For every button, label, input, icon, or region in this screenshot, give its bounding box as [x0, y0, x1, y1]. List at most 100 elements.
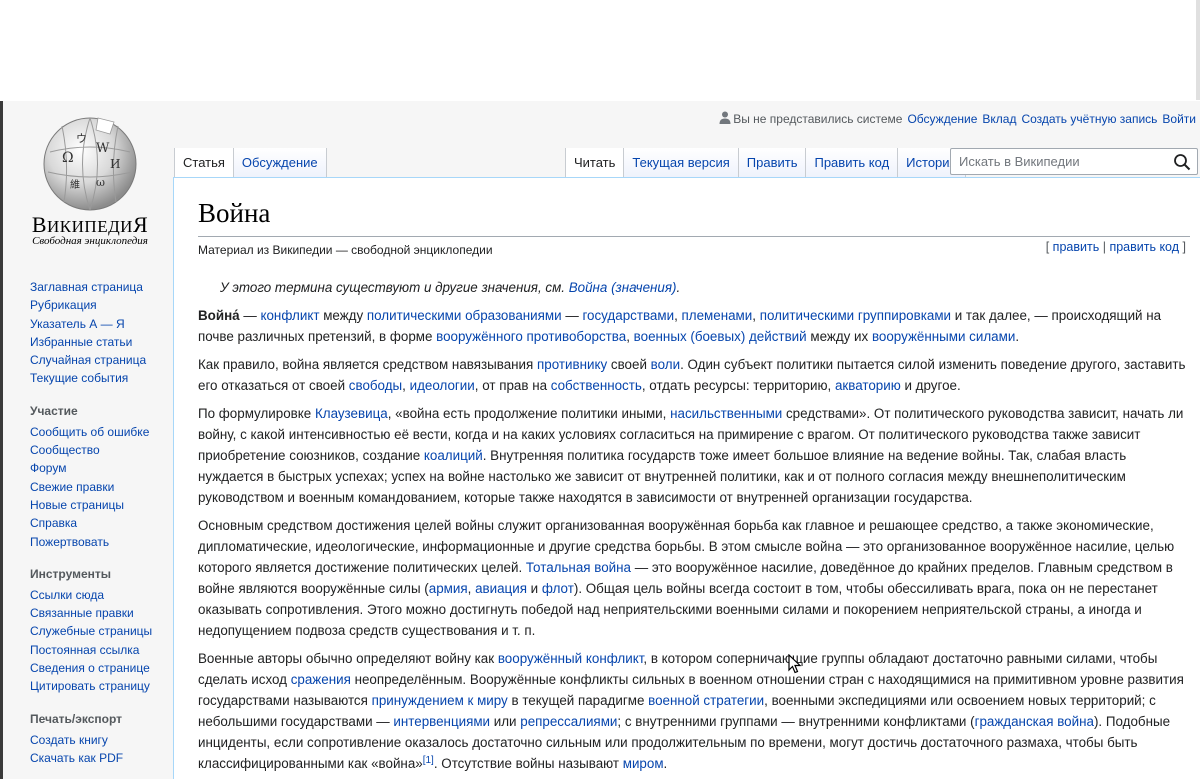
text-run: между их [806, 329, 872, 344]
page-title: Война [198, 198, 271, 228]
personal-talk-link[interactable]: Обсуждение [907, 112, 977, 126]
sidebar-item-main-page[interactable]: Заглавная страница [30, 280, 143, 294]
article-body: У этого термина существуют и другие знач… [198, 277, 1194, 781]
article-link[interactable]: военной стратегии [648, 693, 764, 708]
article-link[interactable]: флот [542, 581, 574, 596]
edit-separator: | [1102, 240, 1106, 254]
tab-discussion[interactable]: Обсуждение [232, 148, 327, 178]
article-link[interactable]: насильственными [670, 406, 782, 421]
article-link[interactable]: акваторию [835, 378, 901, 393]
svg-text:維: 維 [70, 178, 80, 191]
paragraph: Военные авторы обычно определяют войну к… [198, 648, 1194, 774]
edit-link[interactable]: править [1053, 240, 1100, 254]
personal-contributions-link[interactable]: Вклад [982, 112, 1016, 126]
not-logged-in-text: Вы не представились системе [733, 112, 903, 126]
hatnote-text: У этого термина существуют и другие знач… [220, 280, 569, 295]
article-link[interactable]: собственность [551, 378, 642, 393]
tab-current-version[interactable]: Текущая версия [623, 148, 738, 178]
sidebar-item-page-info[interactable]: Сведения о странице [30, 661, 150, 675]
login-link[interactable]: Войти [1162, 112, 1196, 126]
tab-article[interactable]: Статья [174, 148, 233, 178]
window-edge [0, 101, 3, 779]
globe-icon: Ω W И ウ 維 ω [43, 117, 137, 211]
article-link[interactable]: племенами [682, 308, 753, 323]
sidebar-item-report-error[interactable]: Сообщить об ошибке [30, 425, 149, 439]
paragraph: По формулировке Клаузевица, «война есть … [198, 403, 1194, 508]
article-link[interactable]: Тотальная война [526, 560, 631, 575]
sidebar-item-categories[interactable]: Рубрикация [30, 298, 97, 312]
personal-tools: Вы не представились системе Обсуждение Вкл… [719, 111, 1196, 126]
article-link[interactable]: вооружённого противоборства [436, 329, 626, 344]
hatnote-link[interactable]: Война (значения) [569, 280, 677, 295]
content-area: Война Материал из Википедии — свободной … [173, 177, 1200, 779]
print-heading: Печать/экспорт [30, 711, 123, 726]
text-run: между [319, 308, 367, 323]
text-run: — [561, 308, 583, 323]
article-link[interactable]: идеологии [410, 378, 475, 393]
article-link[interactable]: репрессалиями [520, 714, 617, 729]
search-input[interactable] [951, 149, 1177, 174]
text-run: , [674, 308, 682, 323]
article-link[interactable]: вооружённый конфликт [498, 651, 644, 666]
article-link[interactable]: воли [651, 357, 680, 372]
article-link[interactable]: миром [623, 756, 664, 771]
sidebar-item-what-links-here[interactable]: Ссылки сюда [30, 588, 104, 602]
sidebar-item-forum[interactable]: Форум [30, 461, 66, 475]
text-run: , [752, 308, 760, 323]
section-edit-links: [ править | править код ] [1046, 240, 1186, 254]
article-link[interactable]: государствами [582, 308, 674, 323]
sidebar-item-cite[interactable]: Цитировать страницу [30, 679, 150, 693]
article-link[interactable]: интервенциями [393, 714, 490, 729]
text-run: , [626, 329, 634, 344]
article-link[interactable]: гражданская война [975, 714, 1094, 729]
tab-read[interactable]: Читать [565, 148, 624, 178]
sidebar-item-donate[interactable]: Пожертвовать [30, 535, 109, 549]
svg-text:ω: ω [96, 176, 105, 189]
search-icon[interactable] [1173, 153, 1191, 171]
sidebar-item-community[interactable]: Сообщество [30, 443, 100, 457]
tab-edit[interactable]: Править [737, 148, 806, 178]
sidebar-item-random[interactable]: Случайная страница [30, 353, 146, 367]
article-link[interactable]: политическими группировками [760, 308, 951, 323]
sidebar-item-download-pdf[interactable]: Скачать как PDF [30, 751, 123, 765]
article-link[interactable]: политическими образованиями [367, 308, 562, 323]
sidebar-item-permanent-link[interactable]: Постоянная ссылка [30, 643, 139, 657]
search-box [950, 148, 1198, 175]
sidebar-item-recent-changes[interactable]: Свежие правки [30, 480, 114, 494]
article-link[interactable]: вооружёнными силами [872, 329, 1015, 344]
text-run: По формулировке [198, 406, 315, 421]
text-run: . [663, 756, 668, 771]
wikipedia-logo[interactable]: Ω W И ウ 維 ω ВИКИПЕДИЯ Свободная энциклоп… [20, 112, 160, 252]
sidebar-item-new-pages[interactable]: Новые страницы [30, 498, 124, 512]
sidebar-item-related-changes[interactable]: Связанные правки [30, 606, 134, 620]
article-link[interactable]: коалиций [424, 448, 483, 463]
paragraph: Как правило, война является средством на… [198, 354, 1194, 396]
sidebar-item-create-book[interactable]: Создать книгу [30, 733, 108, 747]
text-run: , [402, 378, 410, 393]
tab-edit-source[interactable]: Править код [805, 148, 898, 178]
namespace-tabs: Статья Обсуждение [174, 148, 327, 178]
mouse-cursor-icon [788, 654, 802, 674]
create-account-link[interactable]: Создать учётную запись [1021, 112, 1157, 126]
article-link[interactable]: армия [429, 581, 468, 596]
article-link[interactable]: военных (боевых) действий [634, 329, 807, 344]
participation-heading: Участие [30, 403, 78, 418]
paragraph: Война́ — конфликт между политическими об… [198, 305, 1194, 347]
sidebar-item-help[interactable]: Справка [30, 516, 77, 530]
text-run: — [239, 308, 261, 323]
article-link[interactable]: авиация [475, 581, 527, 596]
article-link[interactable]: сражения [291, 672, 351, 687]
sidebar: Заглавная страница Рубрикация Указатель … [30, 278, 170, 767]
article-link[interactable]: принуждением к миру [372, 693, 508, 708]
edit-source-link[interactable]: править код [1109, 240, 1179, 254]
sidebar-item-featured[interactable]: Избранные статьи [30, 335, 132, 349]
article-link[interactable]: Клаузевица [315, 406, 388, 421]
sidebar-item-special-pages[interactable]: Служебные страницы [30, 624, 152, 638]
article-link[interactable]: конфликт [260, 308, 319, 323]
sidebar-item-index[interactable]: Указатель А — Я [30, 317, 125, 331]
sidebar-item-current-events[interactable]: Текущие события [30, 371, 128, 385]
article-link[interactable]: свободы [349, 378, 402, 393]
svg-text:W: W [96, 141, 110, 156]
article-link[interactable]: противнику [537, 357, 607, 372]
reference-link[interactable]: [1] [423, 755, 434, 766]
